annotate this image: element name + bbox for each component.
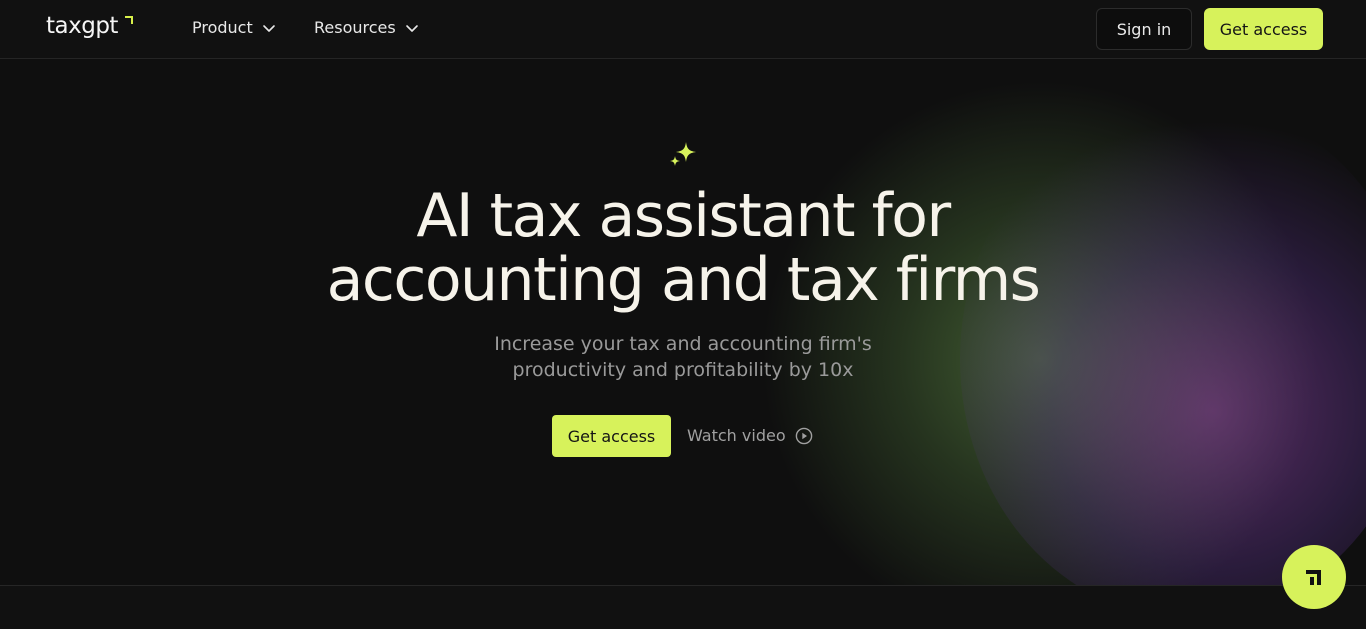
hero-get-access-button[interactable]: Get access (552, 415, 671, 457)
brand-logo[interactable]: taxgpt (46, 13, 118, 39)
chevron-down-icon (262, 24, 275, 32)
logo-mark-icon (125, 16, 133, 24)
chat-widget-icon (1306, 570, 1321, 585)
subheadline-line-2: productivity and profitability by 10x (512, 359, 854, 381)
sparkle-icon (670, 142, 696, 166)
nav-item-label: Resources (314, 18, 396, 37)
hero-section: AI tax assistant for accounting and tax … (0, 59, 1366, 585)
sign-in-button[interactable]: Sign in (1096, 8, 1192, 50)
nav-item-resources[interactable]: Resources (314, 18, 420, 37)
next-section-edge (0, 585, 1366, 629)
hero-headline: AI tax assistant for accounting and tax … (283, 184, 1083, 312)
watch-video-link[interactable]: Watch video (687, 426, 813, 445)
subheadline-line-1: Increase your tax and accounting firm's (494, 333, 872, 355)
nav-item-product[interactable]: Product (192, 18, 277, 37)
chevron-down-icon (405, 24, 418, 32)
headline-line-1: AI tax assistant for (416, 181, 951, 251)
get-access-button[interactable]: Get access (1204, 8, 1323, 50)
nav-item-label: Product (192, 18, 253, 37)
headline-line-2: accounting and tax firms (326, 245, 1041, 315)
chat-widget-button[interactable] (1282, 545, 1346, 609)
hero-subheadline: Increase your tax and accounting firm's … (433, 331, 933, 383)
play-circle-icon (795, 427, 812, 444)
top-navigation: taxgpt Product Resources Sign in Get acc… (0, 0, 1366, 59)
watch-video-label: Watch video (687, 426, 786, 445)
